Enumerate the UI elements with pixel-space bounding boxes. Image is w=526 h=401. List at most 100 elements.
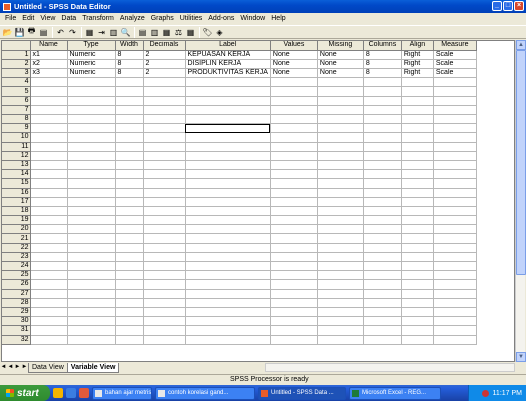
row-number[interactable]: 25 [2, 270, 31, 281]
cell-name[interactable] [30, 178, 68, 189]
cell-values[interactable]: None [270, 59, 318, 70]
cell-columns[interactable] [363, 114, 402, 125]
cell-missing[interactable] [317, 289, 364, 299]
cell-align[interactable] [401, 132, 434, 143]
cell-align[interactable] [401, 142, 434, 152]
cell-label[interactable] [185, 123, 271, 134]
use-sets-icon[interactable]: ◈ [214, 27, 225, 38]
cell-values[interactable] [270, 261, 318, 272]
print-icon[interactable]: 🖶 [26, 26, 37, 38]
cell-type[interactable]: Numeric [67, 68, 116, 79]
cell-label[interactable] [185, 114, 271, 125]
cell-measure[interactable] [433, 233, 477, 244]
cell-missing[interactable] [317, 325, 364, 336]
column-header-width[interactable]: Width [115, 41, 144, 51]
cell-name[interactable] [30, 252, 68, 263]
cell-type[interactable] [67, 270, 116, 281]
cell-values[interactable] [270, 105, 318, 116]
scroll-up-icon[interactable]: ▲ [516, 40, 526, 50]
cell-columns[interactable] [363, 142, 402, 152]
cell-label[interactable] [185, 206, 271, 217]
task-contoh-korelasi[interactable]: contoh korelasi gand... [155, 386, 255, 400]
cell-label[interactable]: KEPUASAN KERJA [185, 50, 271, 60]
cell-values[interactable] [270, 233, 318, 244]
cell-name[interactable] [30, 289, 68, 299]
cell-measure[interactable] [433, 105, 477, 116]
cell-measure[interactable] [433, 86, 477, 97]
cell-values[interactable] [270, 96, 318, 106]
task-bahan-ajar[interactable]: bahan ajar metris [92, 386, 152, 400]
cell-align[interactable] [401, 197, 434, 207]
cell-columns[interactable] [363, 86, 402, 97]
cell-name[interactable] [30, 96, 68, 106]
cell-name[interactable] [30, 132, 68, 143]
cell-missing[interactable] [317, 132, 364, 143]
cell-decimals[interactable] [143, 105, 186, 116]
insert-variable-icon[interactable]: ▥ [149, 27, 160, 38]
row-number[interactable]: 24 [2, 261, 31, 272]
cell-name[interactable] [30, 105, 68, 116]
cell-name[interactable] [30, 243, 68, 253]
cell-measure[interactable] [433, 197, 477, 207]
prev-tab-icon[interactable]: ◄ [7, 363, 14, 372]
split-file-icon[interactable]: ▦ [161, 27, 172, 38]
row-number[interactable]: 7 [2, 105, 31, 116]
cell-decimals[interactable] [143, 307, 186, 318]
cell-columns[interactable] [363, 169, 402, 180]
cell-measure[interactable] [433, 160, 477, 171]
menu-transform[interactable]: Transform [79, 15, 117, 22]
cell-values[interactable] [270, 252, 318, 263]
close-button[interactable]: × [514, 1, 524, 11]
menu-window[interactable]: Window [237, 15, 268, 22]
cell-values[interactable] [270, 224, 318, 235]
cell-label[interactable] [185, 188, 271, 198]
cell-label[interactable] [185, 325, 271, 336]
cell-missing[interactable] [317, 270, 364, 281]
cell-type[interactable] [67, 298, 116, 308]
cell-measure[interactable] [433, 132, 477, 143]
cell-values[interactable] [270, 160, 318, 171]
cell-columns[interactable] [363, 316, 402, 327]
row-number[interactable]: 5 [2, 86, 31, 97]
cell-align[interactable] [401, 215, 434, 226]
menu-utilities[interactable]: Utilities [177, 15, 206, 22]
goto-case-icon[interactable]: ⇥ [96, 27, 107, 38]
cell-decimals[interactable] [143, 160, 186, 171]
cell-values[interactable] [270, 197, 318, 207]
cell-align[interactable] [401, 86, 434, 97]
row-number[interactable]: 3 [2, 68, 31, 79]
cell-label[interactable] [185, 233, 271, 244]
cell-align[interactable] [401, 178, 434, 189]
cell-type[interactable] [67, 307, 116, 318]
cell-measure[interactable] [433, 224, 477, 235]
cell-width[interactable] [115, 243, 144, 253]
row-number[interactable]: 29 [2, 307, 31, 318]
cell-width[interactable] [115, 151, 144, 161]
cell-width[interactable]: 8 [115, 68, 144, 79]
cell-type[interactable] [67, 169, 116, 180]
cell-measure[interactable] [433, 142, 477, 152]
cell-type[interactable] [67, 206, 116, 217]
cell-decimals[interactable]: 2 [143, 50, 186, 60]
cell-type[interactable] [67, 215, 116, 226]
row-header-corner[interactable] [2, 41, 31, 51]
cell-width[interactable] [115, 77, 144, 88]
cell-align[interactable]: Right [401, 59, 434, 70]
cell-columns[interactable] [363, 215, 402, 226]
cell-measure[interactable] [433, 289, 477, 299]
cell-width[interactable] [115, 270, 144, 281]
row-number[interactable]: 30 [2, 316, 31, 327]
cell-align[interactable] [401, 261, 434, 272]
cell-name[interactable] [30, 270, 68, 281]
cell-label[interactable] [185, 316, 271, 327]
cell-label[interactable] [185, 270, 271, 281]
cell-width[interactable] [115, 325, 144, 336]
minimize-button[interactable]: _ [492, 1, 502, 11]
cell-name[interactable] [30, 123, 68, 134]
cell-columns[interactable] [363, 289, 402, 299]
cell-name[interactable]: x1 [30, 50, 68, 60]
cell-type[interactable] [67, 105, 116, 116]
last-tab-icon[interactable]: ► [21, 363, 28, 372]
cell-width[interactable] [115, 169, 144, 180]
cell-missing[interactable] [317, 188, 364, 198]
